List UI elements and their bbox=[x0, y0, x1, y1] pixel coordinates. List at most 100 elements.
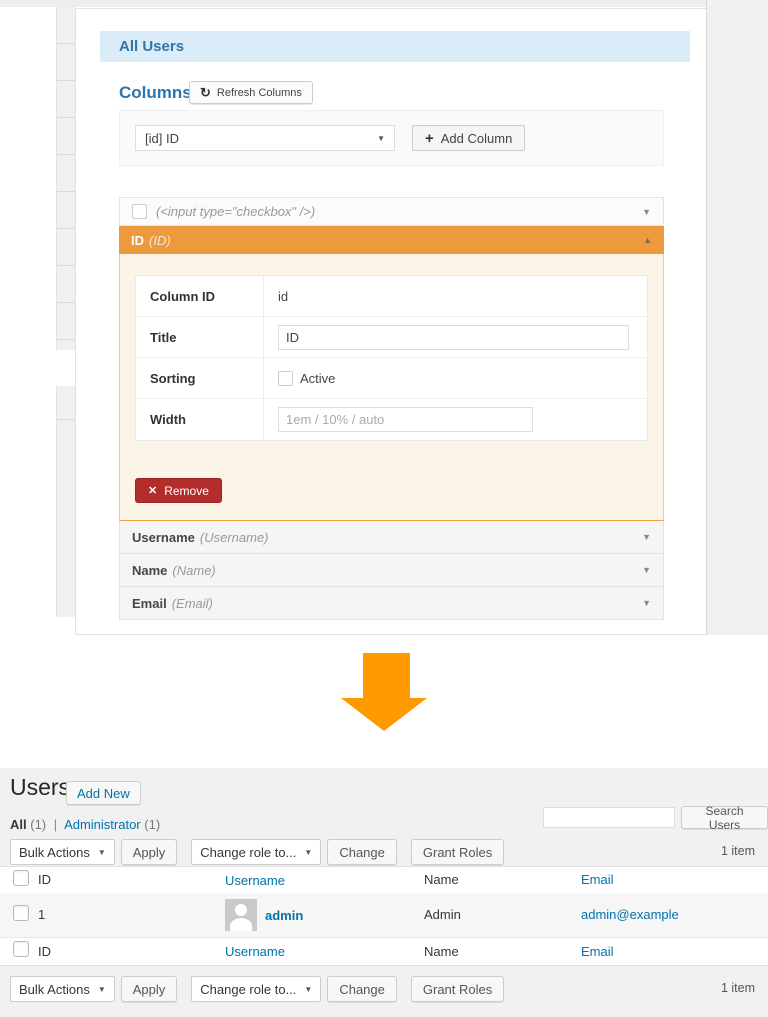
table-footer-row: ID Username Name Email bbox=[0, 937, 768, 965]
width-input[interactable] bbox=[278, 407, 533, 432]
down-arrow-icon bbox=[341, 653, 427, 731]
field-value bbox=[264, 407, 647, 432]
add-new-button[interactable]: Add New bbox=[66, 781, 141, 805]
bottom-toolbar: Bulk Actions ▼ Apply Change role to... ▼… bbox=[10, 976, 505, 1002]
remove-column-button[interactable]: ✕ Remove bbox=[135, 478, 222, 503]
header-name[interactable]: Name bbox=[424, 872, 459, 887]
footer-name[interactable]: Name bbox=[424, 944, 459, 959]
header-checkbox-cell bbox=[0, 869, 38, 891]
column-type-selected-value: [id] ID bbox=[145, 130, 179, 146]
column-items-list: (<input type="checkbox" />) ▼ ID (ID) ▲ … bbox=[119, 197, 664, 620]
change-button[interactable]: Change bbox=[327, 976, 397, 1002]
field-label: Title bbox=[136, 317, 264, 357]
change-role-select[interactable]: Change role to... ▼ bbox=[191, 839, 322, 865]
cell-email-link[interactable]: admin@example bbox=[581, 907, 679, 922]
item-label: Username bbox=[132, 529, 195, 545]
field-label: Sorting bbox=[136, 358, 264, 398]
search-input[interactable] bbox=[543, 807, 675, 828]
bulk-actions-value: Bulk Actions bbox=[19, 981, 90, 997]
field-row-title: Title bbox=[136, 317, 647, 358]
top-toolbar: Bulk Actions ▼ Apply Change role to... ▼… bbox=[10, 839, 505, 865]
filter-all-link[interactable]: All bbox=[10, 817, 27, 832]
change-role-select[interactable]: Change role to... ▼ bbox=[191, 976, 322, 1002]
filter-administrator-count: (1) bbox=[144, 817, 161, 832]
select-caret-icon: ▼ bbox=[304, 984, 313, 994]
refresh-columns-button[interactable]: ↻ Refresh Columns bbox=[189, 81, 313, 104]
divider bbox=[57, 419, 75, 420]
chevron-down-icon[interactable]: ▼ bbox=[642, 207, 651, 217]
search-users-button[interactable]: Search Users bbox=[681, 804, 768, 832]
checkbox[interactable] bbox=[132, 204, 147, 219]
field-label: Width bbox=[136, 399, 264, 440]
chevron-up-icon[interactable]: ▲ bbox=[643, 235, 652, 245]
column-item-email[interactable]: Email (Email) ▼ bbox=[119, 586, 664, 620]
chevron-down-icon[interactable]: ▼ bbox=[642, 565, 651, 575]
select-caret-icon: ▼ bbox=[377, 133, 385, 143]
cell-username-link[interactable]: admin bbox=[265, 908, 303, 923]
header-id[interactable]: ID bbox=[38, 872, 51, 887]
select-caret-icon: ▼ bbox=[304, 847, 313, 857]
table-header-row: ID Username Name Email bbox=[0, 867, 768, 893]
field-value: id bbox=[278, 288, 289, 304]
field-row-column-id: Column ID id bbox=[136, 276, 647, 317]
select-all-checkbox[interactable] bbox=[13, 869, 29, 886]
sorting-active-label: Active bbox=[300, 370, 336, 386]
item-count: 1 item bbox=[720, 981, 755, 995]
item-type: (Name) bbox=[172, 562, 216, 578]
title-input[interactable] bbox=[278, 324, 629, 350]
change-role-value: Change role to... bbox=[200, 844, 297, 860]
column-item-checkbox[interactable]: (<input type="checkbox" />) ▼ bbox=[119, 197, 664, 226]
header-email[interactable]: Email bbox=[581, 872, 614, 887]
add-column-box: [id] ID ▼ + Add Column bbox=[119, 110, 664, 166]
add-column-button[interactable]: + Add Column bbox=[412, 125, 526, 151]
change-role-value: Change role to... bbox=[200, 981, 297, 997]
role-filter-links: All (1) | Administrator (1) bbox=[10, 817, 160, 832]
grant-roles-button[interactable]: Grant Roles bbox=[410, 976, 505, 1002]
select-all-checkbox[interactable] bbox=[13, 941, 29, 957]
chevron-down-icon[interactable]: ▼ bbox=[642, 532, 651, 542]
column-item-id-header[interactable]: ID (ID) ▲ bbox=[119, 226, 664, 254]
row-checkbox[interactable] bbox=[13, 904, 29, 921]
table-row: 1 admin Admin admin@example bbox=[0, 893, 768, 937]
cell-id: 1 bbox=[38, 907, 46, 922]
row-checkbox-cell bbox=[0, 904, 38, 926]
field-value bbox=[264, 324, 647, 350]
avatar bbox=[225, 899, 257, 931]
field-label: Column ID bbox=[136, 276, 264, 316]
select-caret-icon: ▼ bbox=[97, 847, 106, 857]
item-label: Name bbox=[132, 562, 168, 578]
filter-administrator-link[interactable]: Administrator bbox=[64, 817, 141, 832]
column-item-id-settings: Column ID id Title Sorting Active bbox=[119, 254, 664, 521]
footer-username[interactable]: Username bbox=[225, 944, 285, 959]
apply-button[interactable]: Apply bbox=[120, 976, 178, 1002]
filter-all-count: (1) bbox=[30, 817, 47, 832]
columns-heading: Columns bbox=[119, 83, 192, 102]
field-row-width: Width bbox=[136, 399, 647, 440]
column-item-id-label: ID bbox=[131, 232, 144, 248]
add-column-label: Add Column bbox=[440, 130, 513, 146]
sorting-active-checkbox[interactable] bbox=[278, 370, 293, 386]
column-item-name[interactable]: Name (Name) ▼ bbox=[119, 553, 664, 587]
column-item-id-type: (ID) bbox=[149, 232, 171, 248]
footer-email[interactable]: Email bbox=[581, 944, 614, 959]
grant-roles-button[interactable]: Grant Roles bbox=[410, 839, 505, 865]
chevron-down-icon[interactable]: ▼ bbox=[642, 598, 651, 608]
footer-id[interactable]: ID bbox=[38, 944, 51, 959]
column-type-select[interactable]: [id] ID ▼ bbox=[135, 125, 395, 151]
item-label: Email bbox=[132, 595, 167, 611]
apply-button[interactable]: Apply bbox=[120, 839, 178, 865]
column-item-username[interactable]: Username (Username) ▼ bbox=[119, 520, 664, 554]
item-type: (Email) bbox=[171, 595, 213, 611]
column-settings-table: Column ID id Title Sorting Active bbox=[135, 275, 648, 441]
header-username[interactable]: Username bbox=[225, 873, 285, 888]
bulk-actions-select[interactable]: Bulk Actions ▼ bbox=[10, 839, 115, 865]
page-title: Users bbox=[10, 774, 71, 800]
bulk-actions-select[interactable]: Bulk Actions ▼ bbox=[10, 976, 115, 1002]
change-button[interactable]: Change bbox=[327, 839, 397, 865]
left-sidebar-remnant-bottom bbox=[56, 386, 75, 617]
field-value: Active bbox=[264, 370, 647, 386]
filter-separator: | bbox=[53, 817, 58, 832]
bulk-actions-value: Bulk Actions bbox=[19, 844, 90, 860]
footer-checkbox-cell bbox=[0, 941, 38, 962]
remove-label: Remove bbox=[164, 483, 209, 498]
